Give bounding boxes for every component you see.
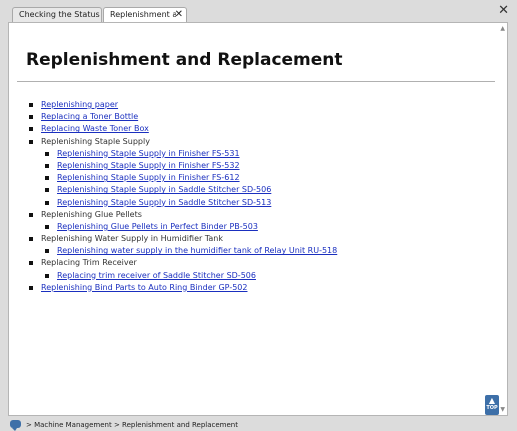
toc-heading: Replenishing Staple Supply [41,136,150,146]
bullet-icon [45,151,49,156]
toc-link[interactable]: Replenishing Bind Parts to Auto Ring Bin… [41,282,247,294]
toc-link[interactable]: Replenishing Staple Supply in Finisher F… [57,148,240,160]
tab-label: Replenishment and Replacement [110,10,176,19]
title-divider [17,81,495,82]
bullet-icon [45,273,49,278]
page-title: Replenishment and Replacement [26,50,343,70]
bullet-icon [45,176,49,181]
toc-link[interactable]: Replenishing Staple Supply in Saddle Sti… [57,197,271,209]
toc-link[interactable]: Replenishing Staple Supply in Finisher F… [57,160,240,172]
toc-link[interactable]: Replenishing water supply in the humidif… [57,245,337,257]
scroll-up-icon[interactable]: ▲ [500,25,505,32]
bullet-icon [45,249,49,254]
tab-label: Checking the Status ... [19,10,102,19]
toc-link[interactable]: Replenishing Staple Supply in Saddle Sti… [57,184,271,196]
bullet-icon [29,237,33,242]
close-icon[interactable]: ✕ [498,4,509,18]
bullet-icon [45,224,49,229]
toc-heading: Replenishing Glue Pellets [41,209,142,219]
scroll-down-icon[interactable]: ▼ [500,406,505,413]
top-label: TOP [486,405,498,411]
bullet-icon [29,285,33,290]
bullet-icon [29,115,33,120]
toc-link[interactable]: Replacing a Toner Bottle [41,111,138,123]
toc-link[interactable]: Replenishing paper [41,99,118,111]
bullet-icon [29,261,33,266]
toc-link[interactable]: Replenishing Glue Pellets in Perfect Bin… [57,221,258,233]
back-to-top-button[interactable]: ▲ TOP [485,395,499,415]
toc-heading: Replacing Trim Receiver [41,258,137,268]
bullet-icon [45,188,49,193]
bullet-icon [29,139,33,144]
content-pane: Replenishment and Replacement Replenishi… [8,22,508,416]
vertical-scrollbar[interactable]: ▲ ▼ [496,23,507,415]
status-bar: > Machine Management > Replenishment and… [0,418,517,431]
arrow-up-icon: ▲ [488,396,496,405]
toc-heading: Replenishing Water Supply in Humidifier … [41,234,223,244]
tab-close-icon[interactable]: ✕ [175,9,183,21]
tab-replenishment[interactable]: Replenishment and Replacement ✕ [103,7,187,23]
toc-link[interactable]: Replacing Waste Toner Box [41,123,149,135]
bullet-icon [45,200,49,205]
bullet-icon [45,163,49,168]
bullet-icon [29,127,33,132]
breadcrumb: > Machine Management > Replenishment and… [26,421,238,429]
chat-bubble-icon[interactable] [10,420,21,431]
tab-bar: Checking the Status ... Replenishment an… [0,0,517,23]
toc-link[interactable]: Replacing trim receiver of Saddle Stitch… [57,270,256,282]
bullet-icon [29,212,33,217]
toc-link[interactable]: Replenishing Staple Supply in Finisher F… [57,172,240,184]
tab-checking-status[interactable]: Checking the Status ... [12,7,102,22]
bullet-icon [29,103,33,107]
